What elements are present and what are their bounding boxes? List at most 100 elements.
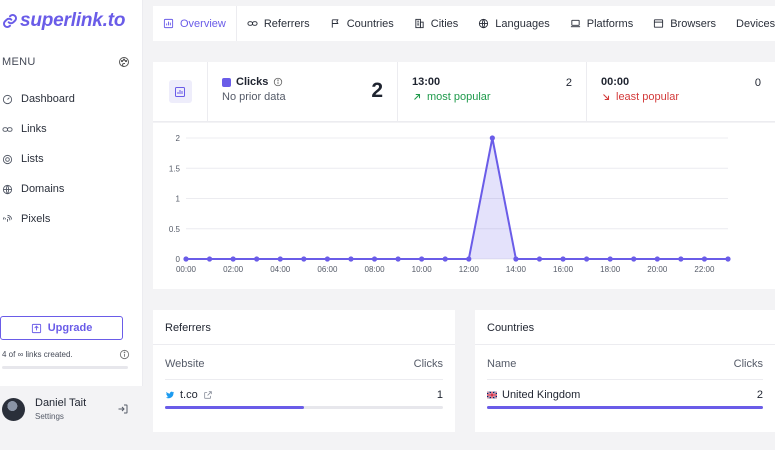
- data-point: [513, 256, 519, 262]
- tab-overview[interactable]: Overview: [153, 6, 237, 41]
- target-icon: [2, 154, 13, 164]
- arrow-up-right-icon: [414, 93, 421, 100]
- usage-info: 4 of ∞ links created.: [2, 349, 130, 360]
- country-clicks: 2: [756, 389, 763, 401]
- palette-icon[interactable]: [118, 56, 130, 68]
- sidebar-item-pixels[interactable]: Pixels: [0, 204, 143, 234]
- share-bar: [165, 406, 304, 409]
- tab-platforms[interactable]: Platforms: [560, 6, 643, 41]
- tab-countries[interactable]: Countries: [320, 6, 404, 41]
- countries-card: Countries Name Clicks United Kingdom 2: [475, 310, 775, 432]
- country-link[interactable]: United Kingdom: [487, 389, 580, 401]
- link-icon: [3, 14, 17, 28]
- least-popular-label: least popular: [616, 91, 679, 103]
- x-tick-label: 04:00: [270, 265, 291, 274]
- tab-devices[interactable]: Devices: [726, 6, 775, 41]
- share-bar-track: [487, 406, 763, 409]
- x-tick-label: 00:00: [176, 265, 197, 274]
- data-point: [678, 256, 684, 262]
- data-point: [183, 256, 189, 262]
- clicks-total: 2: [371, 79, 383, 102]
- data-point: [348, 256, 354, 262]
- usage-text: 4 of ∞ links created.: [2, 350, 73, 359]
- column-header: Clicks: [733, 358, 763, 370]
- clicks-subtext: No prior data: [222, 91, 286, 103]
- tab-languages[interactable]: Languages: [468, 6, 559, 41]
- sidebar-item-label: Links: [21, 123, 47, 135]
- upgrade-button[interactable]: Upgrade: [0, 316, 123, 340]
- y-tick-label: 0.5: [169, 225, 181, 234]
- globe-icon: [479, 18, 489, 29]
- tab-label: Cities: [430, 17, 459, 30]
- table-row: United Kingdom 2: [487, 389, 763, 401]
- sidebar-item-links[interactable]: Links: [0, 114, 143, 144]
- column-header: Name: [487, 358, 517, 370]
- least-popular-count: 0: [754, 77, 761, 89]
- clicks-chart: 0 0.5 1 1.5 2 00:00 02:00 04:00 06:00 08:00 10:00 1…: [153, 123, 775, 289]
- sidebar-item-label: Dashboard: [21, 93, 75, 105]
- sidebar-item-lists[interactable]: Lists: [0, 144, 143, 174]
- sidebar-item-dashboard[interactable]: Dashboard: [0, 84, 143, 114]
- referrers-card: Referrers Website Clicks t.co 1: [153, 310, 455, 432]
- x-tick-label: 10:00: [412, 265, 433, 274]
- column-header: Clicks: [413, 358, 443, 370]
- tab-label: Browsers: [670, 17, 717, 30]
- chart-icon: [163, 18, 174, 29]
- info-icon[interactable]: [273, 77, 283, 87]
- referrer-link[interactable]: t.co: [165, 389, 213, 401]
- link-icon: [247, 21, 258, 26]
- data-point: [395, 256, 401, 262]
- data-point: [419, 256, 425, 262]
- laptop-icon: [570, 19, 580, 28]
- logo[interactable]: superlink.to: [2, 10, 125, 32]
- x-tick-label: 14:00: [506, 265, 527, 274]
- user-name: Daniel Tait: [35, 397, 87, 409]
- tab-label: Languages: [495, 17, 550, 30]
- series-color-swatch: [222, 77, 231, 87]
- data-point: [560, 256, 566, 262]
- data-point: [725, 256, 731, 262]
- window-icon: [654, 19, 664, 28]
- twitter-icon: [165, 391, 175, 399]
- data-point: [536, 256, 543, 262]
- data-point: [277, 256, 283, 262]
- least-popular-time: 00:00: [601, 76, 630, 88]
- data-point: [254, 256, 260, 262]
- sidebar: superlink.to MENU Dashboard Links Lists …: [0, 0, 143, 432]
- x-tick-label: 22:00: [694, 265, 715, 274]
- tab-bar: Overview Referrers Countries Cities Lang…: [153, 6, 775, 41]
- tab-browsers[interactable]: Browsers: [643, 6, 726, 41]
- country-name: United Kingdom: [502, 389, 581, 401]
- tab-cities[interactable]: Cities: [404, 6, 469, 41]
- column-header: Website: [165, 358, 205, 370]
- referrer-clicks: 1: [436, 389, 443, 401]
- table-header: Name Clicks: [487, 358, 763, 370]
- clicks-chart-svg: 0 0.5 1 1.5 2 00:00 02:00 04:00 06:00 08:00 10:00 1…: [169, 134, 731, 274]
- external-link-icon[interactable]: [203, 390, 213, 400]
- data-point: [206, 256, 213, 262]
- share-bar: [487, 406, 763, 409]
- logo-text: superlink.to: [20, 10, 126, 31]
- upgrade-label: Upgrade: [47, 322, 93, 334]
- x-tick-label: 18:00: [600, 265, 621, 274]
- card-title: Countries: [487, 322, 535, 334]
- sidebar-nav: Dashboard Links Lists Domains Pixels: [0, 84, 143, 234]
- y-tick-label: 2: [176, 134, 181, 143]
- info-icon[interactable]: [119, 349, 130, 360]
- x-tick-label: 20:00: [647, 265, 668, 274]
- sidebar-item-domains[interactable]: Domains: [0, 174, 143, 204]
- logout-icon[interactable]: [117, 403, 129, 415]
- data-point: [489, 135, 495, 141]
- menu-header: MENU: [2, 56, 130, 68]
- tab-referrers[interactable]: Referrers: [237, 6, 320, 41]
- chart-toggle[interactable]: [153, 62, 208, 121]
- user-settings-link[interactable]: Settings: [35, 412, 86, 421]
- sidebar-item-label: Lists: [21, 153, 44, 165]
- tab-label: Devices: [736, 17, 775, 30]
- link-icon: [2, 126, 13, 132]
- data-point: [701, 256, 708, 262]
- card-title: Referrers: [165, 322, 211, 334]
- most-popular-stat: 13:00 most popular 2: [398, 62, 587, 121]
- upgrade-icon: [31, 323, 41, 333]
- avatar: [2, 397, 25, 421]
